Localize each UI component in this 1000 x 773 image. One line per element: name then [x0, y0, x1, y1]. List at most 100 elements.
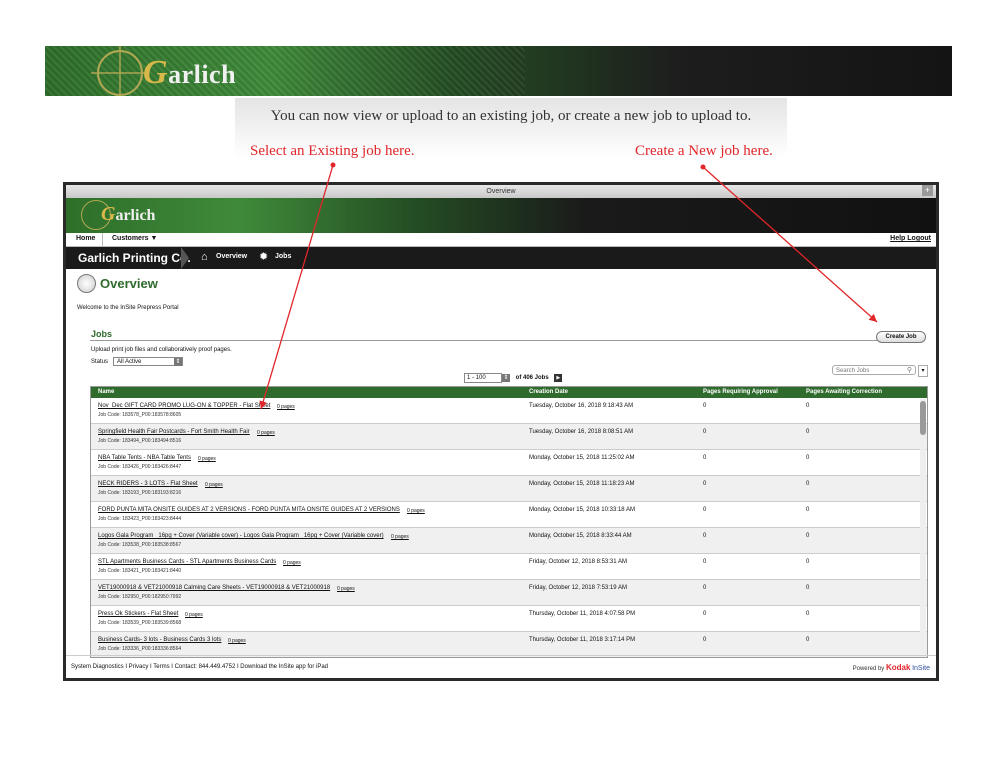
arrow-origin-existing: [330, 162, 336, 168]
app-banner: Garlich: [66, 198, 936, 233]
table-row[interactable]: STL Apartments Business Cards - STL Apar…: [91, 554, 927, 580]
pages-correction-count: 0: [806, 533, 810, 539]
scrollbar-thumb[interactable]: [920, 401, 926, 435]
job-name-link[interactable]: Springfield Health Fair Postcards - Fort…: [98, 429, 250, 435]
table-row[interactable]: NECK RIDERS - 3 LOTS - Flat Sheet 0 pages…: [91, 476, 927, 502]
table-header: Name Creation Date Pages Requiring Appro…: [91, 387, 927, 398]
job-name-link[interactable]: NECK RIDERS - 3 LOTS - Flat Sheet: [98, 481, 198, 487]
col-pages-correction[interactable]: Pages Awaiting Correction: [806, 389, 882, 395]
menu-divider: [102, 233, 103, 246]
job-creation-date: Monday, October 15, 2018 10:33:18 AM: [529, 507, 635, 513]
table-row[interactable]: FORD PUNTA MITA ONSITE GUIDES AT 2 VERSI…: [91, 502, 927, 528]
table-row[interactable]: Press Ok Stickers - Flat Sheet 0 pages Job…: [91, 606, 927, 632]
job-code: Job Code: 183494_P00:183494:8516: [98, 438, 182, 444]
next-page-button[interactable]: ▶: [554, 374, 563, 382]
job-name-link[interactable]: Nov_Dec GIFT CARD PROMO LUG-ON & TOPPER …: [98, 403, 270, 409]
globe-icon: [77, 274, 96, 293]
pages-correction-count: 0: [806, 637, 810, 643]
job-pages-link[interactable]: 0 pages: [205, 482, 223, 488]
search-options-dropdown[interactable]: ▾: [918, 365, 928, 377]
nav-jobs[interactable]: Jobs: [275, 253, 291, 260]
pages-approval-count: 0: [703, 481, 707, 487]
home-icon[interactable]: ⌂: [201, 251, 213, 263]
footer-links[interactable]: System Diagnostics I Privacy I Terms I C…: [71, 664, 328, 670]
table-row[interactable]: NBA Table Tents - NBA Table Tents 0 pages…: [91, 450, 927, 476]
job-pages-link[interactable]: 0 pages: [407, 508, 425, 514]
job-code: Job Code: 182950_P00:182950:7992: [98, 594, 182, 600]
pages-correction-count: 0: [806, 481, 810, 487]
gear-icon[interactable]: ✹: [259, 251, 271, 263]
job-name-link[interactable]: NBA Table Tents - NBA Table Tents: [98, 455, 191, 461]
pages-correction-count: 0: [806, 507, 810, 513]
footer: System Diagnostics I Privacy I Terms I C…: [66, 655, 936, 678]
search-icon[interactable]: ⚲: [907, 366, 912, 376]
pages-correction-count: 0: [806, 455, 810, 461]
logout-link[interactable]: Logout: [907, 235, 931, 242]
job-pages-link[interactable]: 0 pages: [337, 586, 355, 592]
help-link[interactable]: Help: [890, 235, 905, 242]
job-name-link[interactable]: Logos Gala Program_ 16pg + Cover (Variab…: [98, 533, 384, 539]
menu-customers[interactable]: Customers ▼: [112, 235, 157, 242]
create-job-button[interactable]: Create Job: [876, 331, 926, 343]
job-name-link[interactable]: Business Cards- 3 lots - Business Cards …: [98, 637, 221, 643]
job-name-link[interactable]: Press Ok Stickers - Flat Sheet: [98, 611, 178, 617]
jobs-table: Name Creation Date Pages Requiring Appro…: [90, 386, 928, 658]
job-creation-date: Thursday, October 11, 2018 4:07:58 PM: [529, 611, 636, 617]
job-name-link[interactable]: STL Apartments Business Cards - STL Apar…: [98, 559, 276, 565]
company-name[interactable]: Garlich Printing Co.: [78, 251, 191, 265]
pages-correction-count: 0: [806, 429, 810, 435]
pager-chevron-icon[interactable]: ⇕: [502, 374, 510, 382]
breadcrumb-bar: Garlich Printing Co. ⌂ Overview ✹ Jobs: [66, 247, 936, 269]
job-code: Job Code: 183336_P00:183336:8564: [98, 646, 182, 652]
pages-approval-count: 0: [703, 507, 707, 513]
jobs-heading: Jobs: [91, 329, 113, 339]
logo-crosshair-icon: [97, 50, 143, 96]
job-name-link[interactable]: FORD PUNTA MITA ONSITE GUIDES AT 2 VERSI…: [98, 507, 400, 513]
status-select[interactable]: All Active ⇕: [113, 357, 183, 366]
pager-range-select[interactable]: 1 - 100: [464, 373, 502, 383]
col-pages-approval[interactable]: Pages Requiring Approval: [703, 389, 778, 395]
table-row[interactable]: Nov_Dec GIFT CARD PROMO LUG-ON & TOPPER …: [91, 398, 927, 424]
instruction-headline: You can now view or upload to an existin…: [270, 108, 752, 124]
col-creation-date[interactable]: Creation Date: [529, 389, 568, 395]
table-scrollbar[interactable]: [920, 399, 926, 655]
job-code: Job Code: 183426_P00:183426:8447: [98, 464, 182, 470]
garlich-logo: Garlich: [143, 54, 237, 91]
job-code: Job Code: 183538_P00:183538:8567: [98, 542, 182, 548]
status-value: All Active: [117, 359, 142, 365]
job-pages-link[interactable]: 0 pages: [228, 638, 246, 644]
job-name-link[interactable]: VET19000918 & VET21000918 Calming Care S…: [98, 585, 330, 591]
pages-approval-count: 0: [703, 559, 707, 565]
window-plus-button[interactable]: +: [922, 185, 933, 196]
job-code: Job Code: 183578_P00:183578:8605: [98, 412, 182, 418]
window-title: Overview: [486, 188, 516, 195]
nav-overview[interactable]: Overview: [216, 253, 247, 260]
search-jobs-input[interactable]: Search Jobs ⚲: [832, 365, 916, 375]
welcome-text: Welcome to the InSite Prepress Portal: [77, 305, 179, 311]
menu-home[interactable]: Home: [76, 235, 95, 242]
job-pages-link[interactable]: 0 pages: [257, 430, 275, 436]
menu-help-logout: Help Logout: [890, 235, 931, 242]
callout-existing-job: Select an Existing job here.: [250, 143, 415, 159]
job-creation-date: Tuesday, October 16, 2018 9:18:43 AM: [529, 403, 634, 409]
table-row[interactable]: Logos Gala Program_ 16pg + Cover (Variab…: [91, 528, 927, 554]
job-pages-link[interactable]: 0 pages: [391, 534, 409, 540]
job-creation-date: Tuesday, October 16, 2018 8:08:51 AM: [529, 429, 634, 435]
job-creation-date: Thursday, October 11, 2018 3:17:14 PM: [529, 637, 636, 643]
pages-approval-count: 0: [703, 429, 707, 435]
job-pages-link[interactable]: 0 pages: [283, 560, 301, 566]
job-pages-link[interactable]: 0 pages: [198, 456, 216, 462]
jobs-subtitle: Upload print job files and collaborative…: [91, 347, 232, 353]
job-creation-date: Friday, October 12, 2018 7:53:19 AM: [529, 585, 627, 591]
table-row[interactable]: Springfield Health Fair Postcards - Fort…: [91, 424, 927, 450]
pager: 1 - 100 ⇕ of 406 Jobs ▶: [464, 373, 563, 383]
job-pages-link[interactable]: 0 pages: [277, 404, 295, 410]
app-window: Overview + Garlich Home Customers ▼ Help…: [63, 182, 939, 681]
app-logo: Garlich: [101, 203, 156, 225]
col-name[interactable]: Name: [98, 389, 114, 395]
table-row[interactable]: VET19000918 & VET21000918 Calming Care S…: [91, 580, 927, 606]
jobs-divider: [90, 340, 925, 341]
menu-bar: Home Customers ▼ Help Logout: [66, 233, 936, 247]
status-label: Status: [91, 359, 109, 365]
job-pages-link[interactable]: 0 pages: [185, 612, 203, 618]
